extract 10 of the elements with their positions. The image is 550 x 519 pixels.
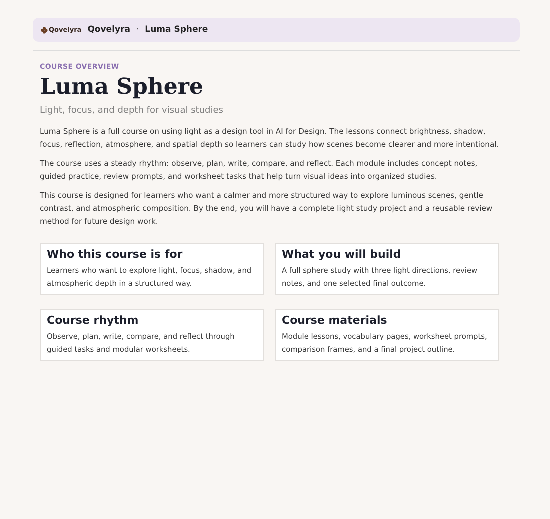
- breadcrumb-link[interactable]: Qovelyra: [88, 25, 130, 35]
- page-title: Luma Sphere: [40, 74, 205, 100]
- flower-icon: [41, 26, 48, 34]
- breadcrumb-separator: ·: [136, 25, 140, 35]
- card-title: Who this course is for: [47, 248, 184, 261]
- card-title: Course materials: [282, 314, 388, 327]
- card-title: What you will build: [282, 248, 402, 261]
- card-title: Course rhythm: [47, 314, 140, 327]
- subtitle: Light, focus, and depth for visual studies: [40, 106, 224, 116]
- breadcrumb-link[interactable]: Luma Sphere: [145, 25, 208, 35]
